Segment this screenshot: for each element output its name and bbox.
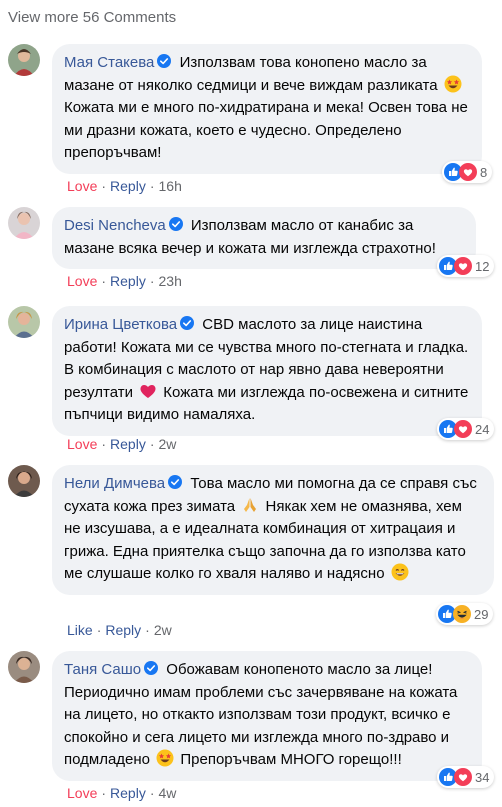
timestamp[interactable]: 2w [154, 622, 172, 638]
reaction-summary[interactable]: 29 [436, 603, 494, 625]
comment-author[interactable]: Ирина Цветкова [64, 316, 177, 333]
comment-bubble: Ирина Цветкова CBD маслото за лице наист… [52, 306, 482, 436]
avatar[interactable] [8, 207, 40, 239]
reaction-count: 12 [475, 258, 490, 274]
star-eyes-emoji-icon [156, 749, 174, 767]
avatar[interactable] [8, 44, 40, 76]
reaction-summary[interactable]: 8 [442, 161, 493, 183]
praying-hands-emoji-icon [241, 496, 259, 514]
comment-bubble: Мая Стакева Използвам това конопено масл… [52, 44, 482, 174]
comment-text-continued: Препоръчвам МНОГО горещо!!! [180, 751, 402, 768]
avatar[interactable] [8, 465, 40, 497]
comment-author[interactable]: Нели Димчева [64, 475, 165, 492]
comment-author[interactable]: Desi Nencheva [64, 217, 166, 234]
love-button[interactable]: Love [67, 178, 97, 194]
comment-actions: Like · Reply · 2w [67, 622, 172, 638]
verified-badge-icon [169, 217, 183, 231]
reply-button[interactable]: Reply [110, 273, 146, 289]
avatar[interactable] [8, 651, 40, 683]
heart-emoji-icon [139, 382, 157, 400]
comment-text-continued: Кожата ми е много по-хидратирана и мека!… [64, 99, 468, 161]
reply-button[interactable]: Reply [110, 436, 146, 452]
haha-reaction-icon [453, 605, 471, 623]
reply-button[interactable]: Reply [110, 785, 146, 801]
comment-actions: Love · Reply · 16h [67, 178, 182, 194]
verified-badge-icon [144, 661, 158, 675]
comment-actions: Love · Reply · 4w [67, 785, 177, 801]
timestamp[interactable]: 23h [159, 273, 182, 289]
timestamp[interactable]: 16h [159, 178, 182, 194]
love-reaction-icon [459, 163, 477, 181]
comment-author[interactable]: Мая Стакева [64, 54, 154, 71]
comment-bubble: Desi Nencheva Използвам масло от канабис… [52, 207, 476, 269]
reaction-count: 29 [474, 606, 489, 622]
like-button[interactable]: Like [67, 622, 93, 638]
comment-actions: Love · Reply · 2w [67, 436, 177, 452]
smiling-emoji-icon [391, 563, 409, 581]
verified-badge-icon [157, 54, 171, 68]
love-button[interactable]: Love [67, 785, 97, 801]
comment-author[interactable]: Таня Сашо [64, 661, 141, 678]
reaction-count: 24 [475, 421, 490, 437]
love-reaction-icon [454, 420, 472, 438]
love-reaction-icon [454, 768, 472, 786]
reaction-count: 34 [475, 769, 490, 785]
reply-button[interactable]: Reply [105, 622, 141, 638]
reaction-summary[interactable]: 12 [437, 255, 495, 277]
timestamp[interactable]: 4w [159, 785, 177, 801]
verified-badge-icon [180, 316, 194, 330]
avatar[interactable] [8, 306, 40, 338]
reaction-summary[interactable]: 34 [437, 766, 495, 788]
reply-button[interactable]: Reply [110, 178, 146, 194]
comment-actions: Love · Reply · 23h [67, 273, 182, 289]
love-button[interactable]: Love [67, 273, 97, 289]
comment-bubble: Таня Сашо Обожавам конопеното масло за л… [52, 651, 482, 781]
love-reaction-icon [454, 257, 472, 275]
reaction-count: 8 [480, 164, 488, 180]
timestamp[interactable]: 2w [159, 436, 177, 452]
love-button[interactable]: Love [67, 436, 97, 452]
star-eyes-emoji-icon [444, 75, 462, 93]
reaction-summary[interactable]: 24 [437, 418, 495, 440]
view-more-comments-link[interactable]: View more 56 Comments [8, 9, 176, 26]
comment-bubble: Нели Димчева Това масло ми помогна да се… [52, 465, 494, 595]
verified-badge-icon [168, 475, 182, 489]
